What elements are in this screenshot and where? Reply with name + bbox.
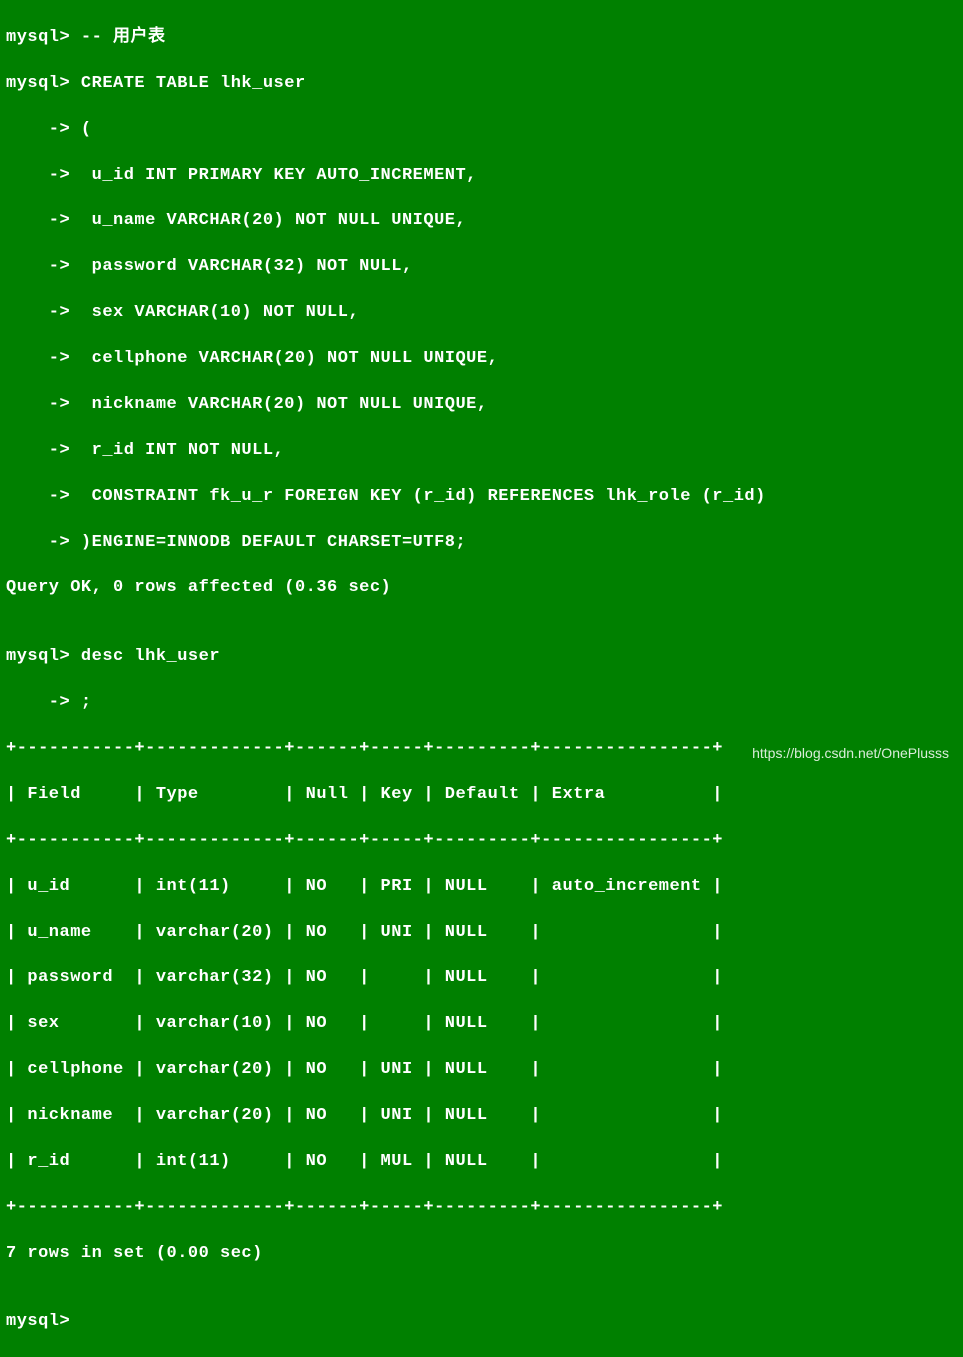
terminal-line: mysql> desc lhk_user — [6, 646, 957, 669]
terminal-line: mysql> CREATE TABLE lhk_user — [6, 73, 957, 96]
table-row: | nickname | varchar(20) | NO | UNI | NU… — [6, 1105, 957, 1128]
terminal-line: -> nickname VARCHAR(20) NOT NULL UNIQUE, — [6, 394, 957, 417]
table-row: | u_name | varchar(20) | NO | UNI | NULL… — [6, 922, 957, 945]
terminal-line: -> ; — [6, 692, 957, 715]
terminal-line: -> CONSTRAINT fk_u_r FOREIGN KEY (r_id) … — [6, 486, 957, 509]
terminal-line: -> sex VARCHAR(10) NOT NULL, — [6, 302, 957, 325]
watermark-text: https://blog.csdn.net/OnePlusss — [752, 744, 949, 763]
table-border: +-----------+-------------+------+-----+… — [6, 830, 957, 853]
query-result-status: 7 rows in set (0.00 sec) — [6, 1243, 957, 1266]
table-border: +-----------+-------------+------+-----+… — [6, 1197, 957, 1220]
terminal-line: -> )ENGINE=INNODB DEFAULT CHARSET=UTF8; — [6, 532, 957, 555]
mysql-terminal[interactable]: mysql> -- 用户表 mysql> CREATE TABLE lhk_us… — [6, 4, 957, 1357]
mysql-prompt[interactable]: mysql> — [6, 1311, 957, 1334]
table-row: | password | varchar(32) | NO | | NULL |… — [6, 967, 957, 990]
terminal-line: -> ( — [6, 119, 957, 142]
terminal-line: -> u_name VARCHAR(20) NOT NULL UNIQUE, — [6, 210, 957, 233]
terminal-line: mysql> -- 用户表 — [6, 27, 957, 50]
table-row: | cellphone | varchar(20) | NO | UNI | N… — [6, 1059, 957, 1082]
table-row: | sex | varchar(10) | NO | | NULL | | — [6, 1013, 957, 1036]
terminal-line: -> u_id INT PRIMARY KEY AUTO_INCREMENT, — [6, 165, 957, 188]
table-row: | u_id | int(11) | NO | PRI | NULL | aut… — [6, 876, 957, 899]
terminal-line: -> password VARCHAR(32) NOT NULL, — [6, 256, 957, 279]
table-header-row: | Field | Type | Null | Key | Default | … — [6, 784, 957, 807]
table-row: | r_id | int(11) | NO | MUL | NULL | | — [6, 1151, 957, 1174]
query-result-status: Query OK, 0 rows affected (0.36 sec) — [6, 577, 957, 600]
terminal-line: -> r_id INT NOT NULL, — [6, 440, 957, 463]
terminal-line: -> cellphone VARCHAR(20) NOT NULL UNIQUE… — [6, 348, 957, 371]
